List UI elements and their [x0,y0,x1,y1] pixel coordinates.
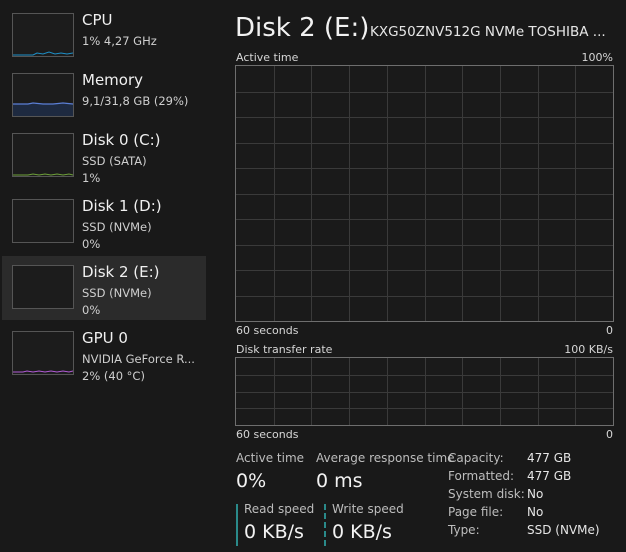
sidebar-item-usage: 0% [82,237,101,251]
avg-response-stat-label: Average response time [316,451,455,465]
active-time-stat-value: 0% [236,470,267,492]
disk-1-thumbnail-graph [12,199,74,243]
sidebar-item-label: CPU [82,11,113,29]
transfer-rate-grid [236,358,613,425]
write-speed-stat-value: 0 KB/s [332,521,392,543]
cpu-thumbnail-graph [12,13,74,57]
type-label: Type: [448,523,480,537]
sidebar-item-detail: NVIDIA GeForce R... [82,352,195,366]
gpu-0-thumbnail-graph [12,331,74,375]
transfer-rate-graph-duration: 60 seconds [236,428,299,441]
sidebar-item-detail: 9,1/31,8 GB (29%) [82,94,189,108]
system-disk-value: No [527,487,544,501]
active-time-graph-max: 100% [581,51,613,64]
capacity-value: 477 GB [527,451,572,465]
sidebar-item-label: Disk 2 (E:) [82,263,160,281]
sidebar-item-disk-1[interactable]: Disk 1 (D:) SSD (NVMe) 0% [2,190,206,254]
disk-2-thumbnail-graph [12,265,74,309]
sidebar-item-detail: SSD (NVMe) [82,220,152,234]
type-value: SSD (NVMe) [527,523,600,537]
disk-model-name: KXG50ZNV512G NVMe TOSHIBA ... [370,24,606,40]
transfer-rate-graph [235,357,614,426]
sidebar-item-cpu[interactable]: CPU 1% 4,27 GHz [2,4,206,68]
active-time-grid [236,66,613,321]
sidebar-item-gpu-0[interactable]: GPU 0 NVIDIA GeForce R... 2% (40 °C) [2,322,206,386]
avg-response-stat-value: 0 ms [316,470,363,492]
sidebar-item-disk-0[interactable]: Disk 0 (C:) SSD (SATA) 1% [2,124,206,188]
transfer-rate-graph-min: 0 [606,428,613,441]
sidebar-item-detail: SSD (NVMe) [82,286,152,300]
sidebar-item-memory[interactable]: Memory 9,1/31,8 GB (29%) [2,64,206,128]
page-file-value: No [527,505,544,519]
write-speed-indicator [324,504,326,546]
read-speed-stat-label: Read speed [244,502,315,516]
page-file-label: Page file: [448,505,504,519]
sidebar-item-detail: SSD (SATA) [82,154,147,168]
sidebar-item-label: GPU 0 [82,329,128,347]
read-speed-indicator [236,504,238,546]
sidebar: CPU 1% 4,27 GHz Memory 9,1/31,8 GB (29%)… [0,0,207,552]
sidebar-item-label: Disk 1 (D:) [82,197,162,215]
read-speed-stat-value: 0 KB/s [244,521,304,543]
page-title: Disk 2 (E:) [235,13,370,43]
sidebar-item-disk-2[interactable]: Disk 2 (E:) SSD (NVMe) 0% [2,256,206,320]
formatted-label: Formatted: [448,469,515,483]
sidebar-item-usage: 0% [82,303,101,317]
system-disk-label: System disk: [448,487,525,501]
sidebar-item-detail: 1% 4,27 GHz [82,34,157,48]
sidebar-item-label: Memory [82,71,144,89]
transfer-rate-graph-max: 100 KB/s [564,343,613,356]
disk-0-thumbnail-graph [12,133,74,177]
write-speed-stat-label: Write speed [332,502,404,516]
memory-thumbnail-graph [12,73,74,117]
sidebar-item-label: Disk 0 (C:) [82,131,161,149]
active-time-graph-min: 0 [606,324,613,337]
active-time-graph-duration: 60 seconds [236,324,299,337]
formatted-value: 477 GB [527,469,572,483]
sidebar-item-usage: 2% (40 °C) [82,369,145,383]
capacity-label: Capacity: [448,451,504,465]
active-time-graph-label: Active time [236,51,299,64]
transfer-rate-graph-label: Disk transfer rate [236,343,333,356]
sidebar-item-usage: 1% [82,171,101,185]
active-time-stat-label: Active time [236,451,305,465]
active-time-graph [235,65,614,322]
